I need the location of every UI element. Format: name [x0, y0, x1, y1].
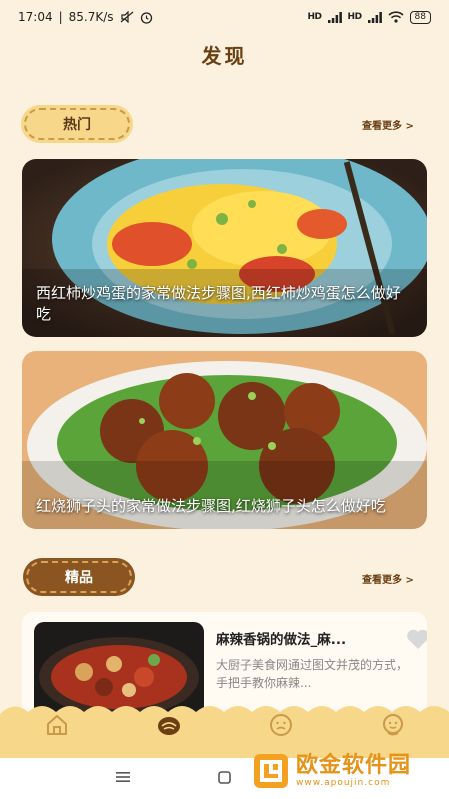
section-badge-featured: 精品: [26, 561, 132, 593]
discover-icon[interactable]: [156, 712, 182, 738]
alarm-icon: [140, 11, 152, 24]
home-icon[interactable]: [44, 712, 70, 738]
section-badge-hot: 热门: [24, 108, 130, 140]
hot-more-link[interactable]: 查看更多 >: [362, 117, 414, 132]
signal-bars-icon: [367, 11, 382, 23]
featured-item-description: 大厨子美食网通过图文并茂的方式，手把手教你麻辣...: [216, 658, 409, 690]
network-speed: 85.7K/s: [68, 10, 114, 24]
hot-card-lion-head[interactable]: 红烧狮子头的家常做法步骤图,红烧狮子头怎么做好吃: [22, 351, 427, 529]
signal-2-label: HD: [347, 12, 363, 22]
status-right: HD HD 88: [307, 10, 431, 24]
home-square-icon[interactable]: [218, 771, 231, 784]
signal-1-label: HD: [307, 12, 323, 22]
featured-item-title: 麻辣香锅的做法_麻...: [216, 632, 347, 648]
status-time: 17:04: [18, 10, 53, 24]
hot-card-caption: 红烧狮子头的家常做法步骤图,红烧狮子头怎么做好吃: [36, 497, 386, 515]
status-bar: 17:04 | 85.7K/s HD HD 88: [0, 0, 449, 34]
watermark: 欧金软件园 www.apoujin.com: [252, 748, 442, 794]
profile-icon[interactable]: [380, 712, 406, 738]
signal-bars-icon: [327, 11, 342, 23]
wifi-icon: [387, 11, 404, 23]
watermark-text: 欧金软件园 www.apoujin.com: [296, 753, 412, 789]
watermark-brand: 欧金软件园: [296, 753, 412, 778]
page-title: 发现: [201, 44, 248, 68]
featured-more-link[interactable]: 查看更多 >: [362, 571, 414, 586]
watermark-url: www.apoujin.com: [296, 778, 391, 788]
hot-card-tomato-egg[interactable]: 西红柿炒鸡蛋的家常做法步骤图,西红柿炒鸡蛋怎么做好吃: [22, 159, 427, 337]
menu-icon[interactable]: [116, 771, 130, 783]
hot-card-caption: 西红柿炒鸡蛋的家常做法步骤图,西红柿炒鸡蛋怎么做好吃: [36, 284, 401, 323]
battery-indicator: 88: [409, 10, 431, 24]
watermark-logo: [254, 754, 288, 788]
face-icon[interactable]: [268, 712, 294, 738]
heart-icon[interactable]: [406, 628, 427, 650]
status-left: 17:04 | 85.7K/s: [18, 10, 153, 24]
mute-icon: [120, 11, 133, 23]
status-divider: |: [58, 10, 63, 24]
